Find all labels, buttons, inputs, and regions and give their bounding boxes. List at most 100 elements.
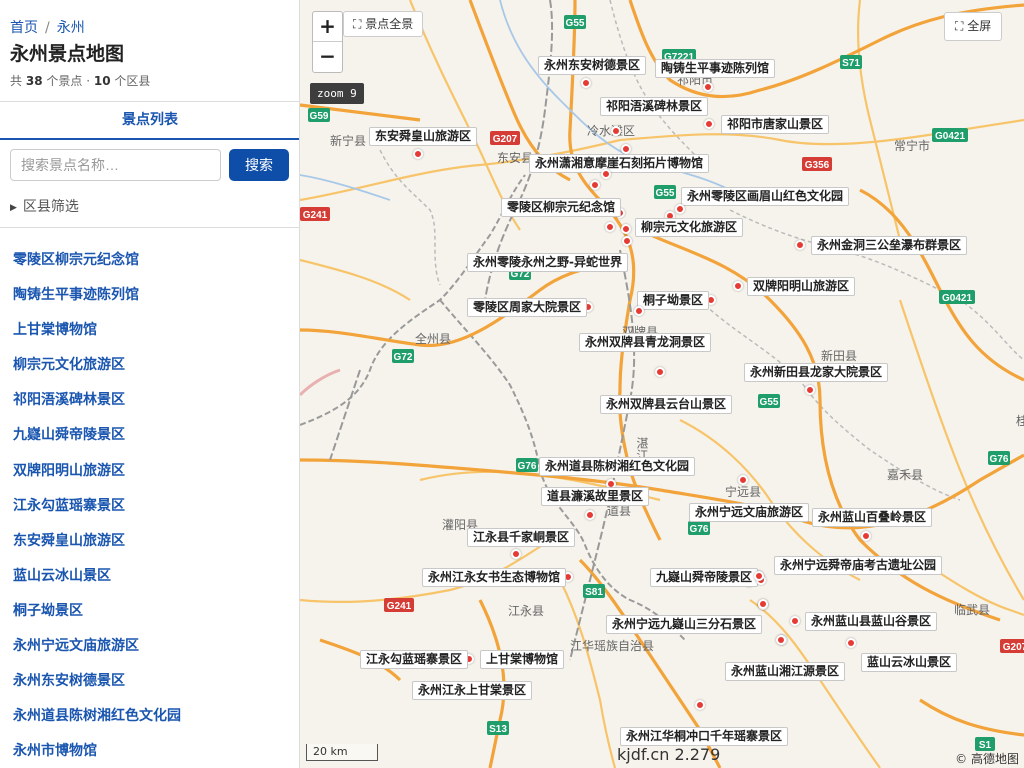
map-marker-label[interactable]: 祁阳浯溪碑林景区 <box>600 97 709 116</box>
map-marker-label[interactable]: 永州江永上甘棠景区 <box>412 681 533 700</box>
map-marker-label[interactable]: 江永勾蓝瑶寨景区 <box>360 650 469 669</box>
map-marker-label[interactable]: 永州蓝山县蓝山谷景区 <box>805 612 938 631</box>
map-marker[interactable] <box>846 638 856 648</box>
spot-list-item[interactable]: 永州道县陈树湘红色文化园 <box>13 705 181 740</box>
map-marker-label[interactable]: 九嶷山舜帝陵景区 <box>650 568 759 587</box>
search-input[interactable] <box>10 149 221 181</box>
map-marker[interactable] <box>581 78 591 88</box>
road-shield: G207 <box>490 131 520 145</box>
svg-text:G356: G356 <box>805 160 830 171</box>
spot-count: 38 <box>25 74 43 88</box>
map-marker-label[interactable]: 永州金洞三公垒瀑布群景区 <box>811 236 968 255</box>
map-marker-label[interactable]: 桐子坳景区 <box>637 291 710 310</box>
map-marker-label[interactable]: 永州道县陈树湘红色文化园 <box>539 457 696 476</box>
spot-list-item[interactable]: 永州东安树德景区 <box>13 670 181 705</box>
map-marker[interactable] <box>611 126 621 136</box>
map-marker[interactable] <box>675 204 685 214</box>
svg-text:G55: G55 <box>566 18 585 29</box>
map-marker-label[interactable]: 永州双牌县云台山景区 <box>600 395 733 414</box>
map-marker-label[interactable]: 永州双牌县青龙洞景区 <box>579 333 712 352</box>
map-marker-label[interactable]: 江永县千家峒景区 <box>467 528 576 547</box>
map-marker[interactable] <box>585 510 595 520</box>
map-marker[interactable] <box>634 306 644 316</box>
map-marker[interactable] <box>622 236 632 246</box>
map-marker-label[interactable]: 永州东安树德景区 <box>538 56 647 75</box>
map-marker-label[interactable]: 道县濂溪故里景区 <box>541 487 650 506</box>
map-marker[interactable] <box>601 169 611 179</box>
map-marker[interactable] <box>758 599 768 609</box>
map-view[interactable]: G55 G7221 S71 G59 G207 G0421 G356 G55 G241 G72 G04… <box>300 0 1024 768</box>
spot-unit: 个景点 · <box>46 74 91 88</box>
zoom-in-button[interactable]: + <box>313 12 342 42</box>
road-shield: G0421 <box>932 128 968 142</box>
map-marker-label[interactable]: 东安舜皇山旅游区 <box>369 127 478 146</box>
breadcrumb-city-link[interactable]: 永州 <box>57 20 85 36</box>
map-marker-label[interactable]: 永州零陵区画眉山红色文化园 <box>681 187 850 206</box>
svg-text:G76: G76 <box>690 524 709 535</box>
spot-list-item[interactable]: 江永勾蓝瑶寨景区 <box>13 495 181 530</box>
map-marker[interactable] <box>805 385 815 395</box>
map-marker-label[interactable]: 永州潇湘意摩崖石刻拓片博物馆 <box>529 154 710 173</box>
map-marker[interactable] <box>621 144 631 154</box>
map-marker[interactable] <box>795 240 805 250</box>
place-name-label: 临武县 <box>954 603 990 617</box>
map-marker[interactable] <box>738 475 748 485</box>
spot-list-item[interactable]: 双牌阳明山旅游区 <box>13 460 181 495</box>
spot-list-item[interactable]: 东安舜皇山旅游区 <box>13 530 181 565</box>
map-marker-label[interactable]: 祁阳市唐家山景区 <box>721 115 830 134</box>
map-marker[interactable] <box>754 571 764 581</box>
tab-spot-list[interactable]: 景点列表 <box>0 102 299 140</box>
map-marker-label[interactable]: 蓝山云冰山景区 <box>861 653 958 672</box>
map-marker[interactable] <box>605 222 615 232</box>
county-filter-toggle[interactable]: ▶ 区县筛选 <box>10 196 79 216</box>
map-marker[interactable] <box>413 149 423 159</box>
spot-list-item[interactable]: 上甘棠博物馆 <box>13 319 181 354</box>
spot-list-item[interactable]: 陶铸生平事迹陈列馆 <box>13 284 181 319</box>
map-marker-label[interactable]: 永州蓝山湘江源景区 <box>725 662 846 681</box>
map-marker[interactable] <box>703 82 713 92</box>
spot-list-item[interactable]: 零陵区柳宗元纪念馆 <box>13 249 181 284</box>
svg-text:G0421: G0421 <box>942 293 972 304</box>
map-marker[interactable] <box>790 616 800 626</box>
map-marker-label[interactable]: 永州宁远九嶷山三分石景区 <box>606 615 763 634</box>
zoom-out-button[interactable]: − <box>313 42 342 72</box>
svg-text:G76: G76 <box>518 461 537 472</box>
map-marker-label[interactable]: 零陵区柳宗元纪念馆 <box>501 198 622 217</box>
map-marker-label[interactable]: 永州宁远舜帝庙考古遗址公园 <box>774 556 943 575</box>
map-marker-label[interactable]: 陶铸生平事迹陈列馆 <box>655 59 776 78</box>
overview-button[interactable]: ⛶ 景点全景 <box>343 11 424 37</box>
map-marker[interactable] <box>861 531 871 541</box>
spot-list: 零陵区柳宗元纪念馆 陶铸生平事迹陈列馆 上甘棠博物馆 柳宗元文化旅游区 祁阳浯溪碑林景区… <box>13 249 181 768</box>
spot-list-item[interactable]: 永州宁远文庙旅游区 <box>13 635 181 670</box>
spot-list-item[interactable]: 九嶷山舜帝陵景区 <box>13 424 181 459</box>
map-marker-label[interactable]: 永州江华桐冲口千年瑶寨景区 <box>620 727 789 746</box>
spot-list-item[interactable]: 蓝山云冰山景区 <box>13 565 181 600</box>
search-button[interactable]: 搜索 <box>229 149 289 181</box>
spot-list-item[interactable]: 永州市博物馆 <box>13 740 181 768</box>
spot-list-item[interactable]: 柳宗元文化旅游区 <box>13 354 181 389</box>
spot-list-item[interactable]: 祁阳浯溪碑林景区 <box>13 389 181 424</box>
svg-text:G241: G241 <box>303 210 328 221</box>
map-marker[interactable] <box>511 549 521 559</box>
map-marker-label[interactable]: 永州零陵永州之野-异蛇世界 <box>467 253 628 272</box>
map-marker[interactable] <box>733 281 743 291</box>
map-marker[interactable] <box>704 119 714 129</box>
map-marker[interactable] <box>655 367 665 377</box>
fullscreen-button[interactable]: ⛶ 全屏 <box>944 12 1003 41</box>
map-marker-label[interactable]: 永州江永女书生态博物馆 <box>422 568 567 587</box>
spot-list-item[interactable]: 桐子坳景区 <box>13 600 181 635</box>
map-marker-label[interactable]: 永州宁远文庙旅游区 <box>689 503 810 522</box>
subtitle-prefix: 共 <box>10 74 23 88</box>
map-marker-label[interactable]: 柳宗元文化旅游区 <box>635 218 744 237</box>
map-marker-label[interactable]: 零陵区周家大院景区 <box>467 298 588 317</box>
map-marker-label[interactable]: 永州新田县龙家大院景区 <box>744 363 889 382</box>
map-marker[interactable] <box>695 700 705 710</box>
breadcrumb-home-link[interactable]: 首页 <box>10 20 38 36</box>
map-marker[interactable] <box>590 180 600 190</box>
map-marker-label[interactable]: 上甘棠博物馆 <box>480 650 565 669</box>
map-marker-label[interactable]: 双牌阳明山旅游区 <box>747 277 856 296</box>
map-marker[interactable] <box>776 635 786 645</box>
watermark: kjdf.cn 2.279 <box>617 745 721 764</box>
map-marker[interactable] <box>621 224 631 234</box>
map-marker-label[interactable]: 永州蓝山百叠岭景区 <box>812 508 933 527</box>
